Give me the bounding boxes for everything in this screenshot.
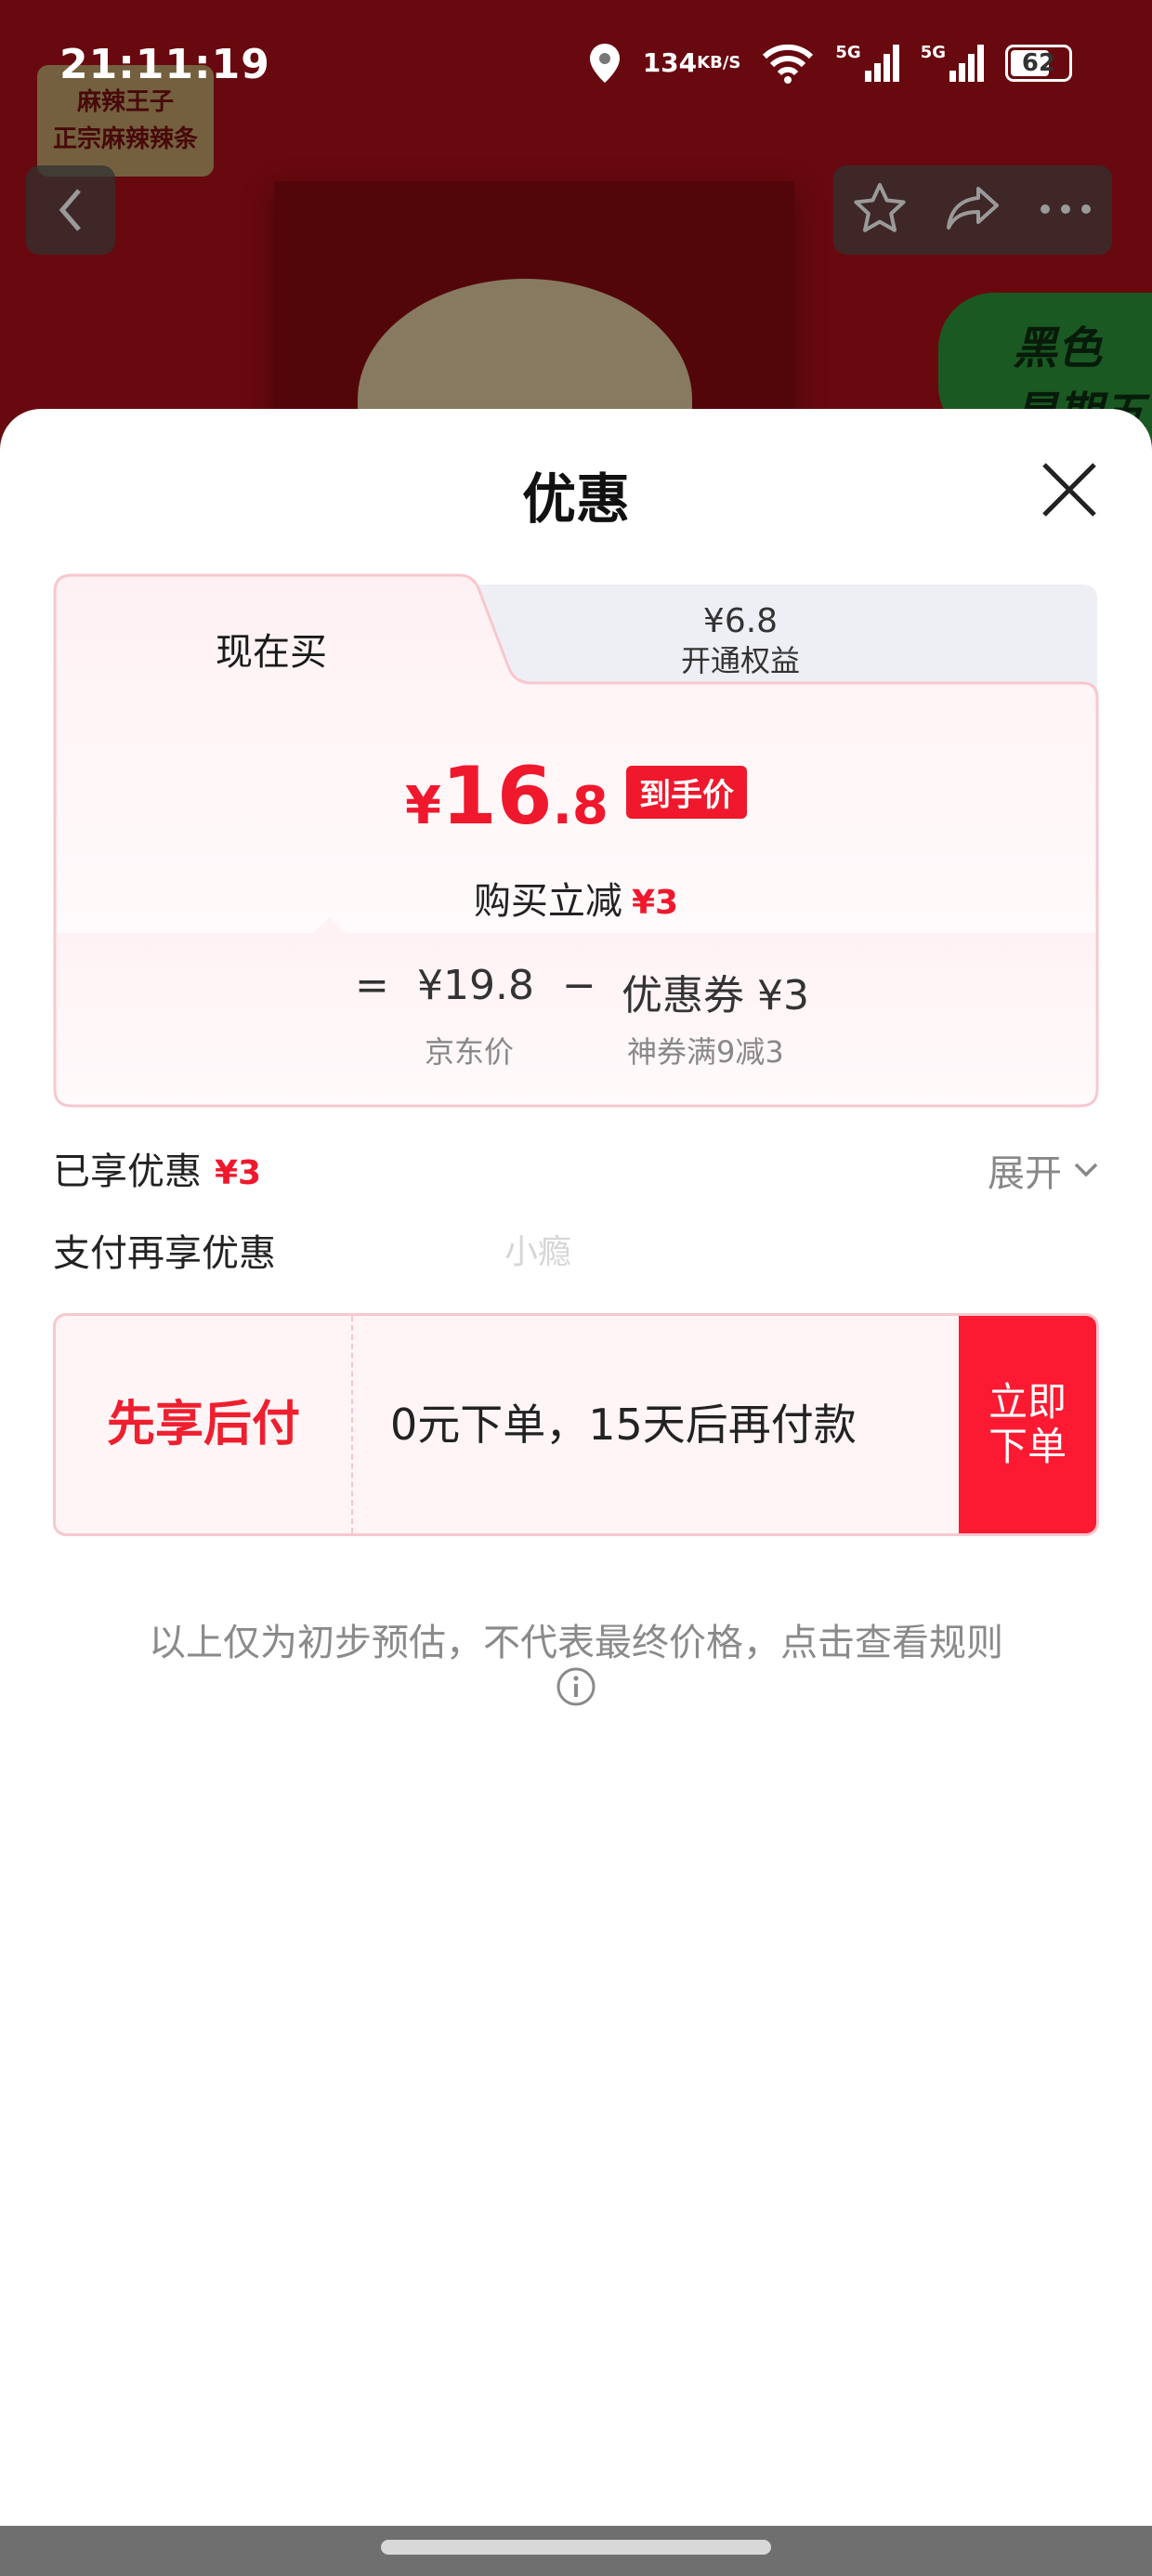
chevron-down-icon xyxy=(1074,1163,1098,1177)
instant-reduction: 购买立减 ¥3 xyxy=(473,880,679,923)
final-price-badge: 到手价 xyxy=(626,765,747,819)
disclaimer-text[interactable]: 以上仅为初步预估，不代表最终价格，点击查看规则 xyxy=(0,1612,1152,1666)
signal-sim1-icon: 5G xyxy=(835,43,899,84)
watermark-text: 小瘾 xyxy=(504,1233,572,1271)
more-icon[interactable] xyxy=(1038,202,1093,219)
buy-now-pay-later-card[interactable]: 先享后付 0元下单，15天后再付款 立即 下单 xyxy=(53,1313,1099,1536)
back-button[interactable] xyxy=(26,165,115,255)
location-icon xyxy=(587,42,622,85)
order-now-button[interactable]: 立即 下单 xyxy=(959,1316,1096,1533)
equals-sign: = xyxy=(355,962,389,1009)
instant-reduction-amount: ¥3 xyxy=(631,884,679,922)
status-icons: 134 KB/S 5G 5G 62 xyxy=(587,42,1072,85)
bnpl-title: 先享后付 xyxy=(56,1316,353,1533)
coupon-amount: 优惠券 ¥3 xyxy=(622,972,809,1019)
final-price-row: ¥16.8 到手价 xyxy=(53,750,1099,843)
enjoyed-discount-amount: ¥3 xyxy=(215,1154,262,1192)
coupon-label: 神券满9减3 xyxy=(627,1034,784,1070)
tab-membership-label: 开通权益 xyxy=(680,643,800,678)
home-indicator[interactable] xyxy=(381,2540,771,2555)
final-price: ¥16.8 xyxy=(405,750,609,843)
tab-membership-price: ¥6.8 xyxy=(702,602,779,640)
favorite-star-icon[interactable] xyxy=(852,181,908,239)
price-breakdown: = ¥19.8 − 优惠券 ¥3 xyxy=(53,962,1099,1019)
signal-sim2-icon: 5G xyxy=(921,43,985,84)
price-card: 现在买 ¥6.8 开通权益 ¥16.8 到手价 购买立减 ¥3 = ¥19.8 −… xyxy=(53,573,1099,1108)
expand-toggle[interactable]: 展开 xyxy=(988,1143,1099,1197)
discount-sheet: 优惠 现在买 ¥6.8 开通权益 ¥16.8 到手价 购买立减 ¥3 = ¥19… xyxy=(0,409,1152,2576)
bnpl-description: 0元下单，15天后再付款 xyxy=(390,1400,857,1450)
status-time: 21:11:19 xyxy=(59,41,270,88)
tab-buy-now[interactable]: 现在买 xyxy=(53,622,490,676)
chevron-left-icon xyxy=(59,189,81,231)
wifi-icon xyxy=(761,43,815,84)
jd-price: ¥19.8 xyxy=(417,962,534,1009)
minus-sign: − xyxy=(562,962,596,1009)
top-action-bar xyxy=(833,165,1112,255)
network-speed: 134 KB/S xyxy=(642,47,741,78)
sheet-title: 优惠 xyxy=(521,467,630,531)
enjoyed-discount: 已享优惠 ¥3 xyxy=(53,1150,262,1193)
battery-icon: 62 xyxy=(1005,45,1072,82)
jd-price-label: 京东价 xyxy=(425,1034,515,1070)
close-icon xyxy=(1042,463,1096,517)
share-icon[interactable] xyxy=(945,183,1001,237)
info-icon[interactable] xyxy=(556,1666,596,1711)
close-button[interactable] xyxy=(1037,457,1102,522)
pay-more-discount-label: 支付再享优惠 xyxy=(53,1232,276,1275)
tab-membership[interactable]: ¥6.8 开通权益 xyxy=(536,601,945,679)
status-bar: 21:11:19 134 KB/S 5G 5G 62 xyxy=(0,0,1152,139)
